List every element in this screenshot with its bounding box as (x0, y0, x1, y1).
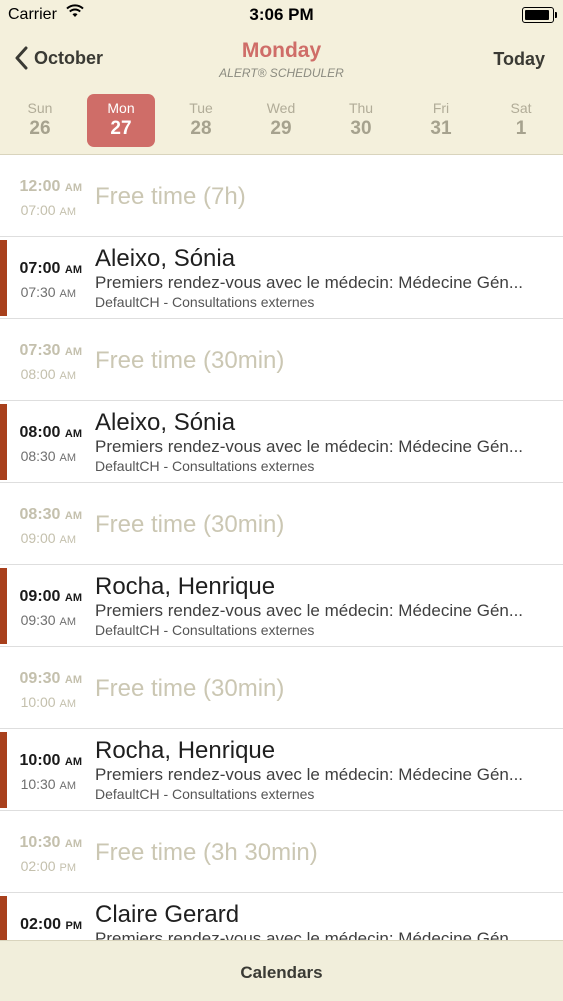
end-time: 08:00 AM (20, 366, 76, 382)
free-time-label: Free time (3h 30min) (95, 839, 318, 866)
day-sun[interactable]: Sun 26 (6, 94, 74, 147)
day-name: Thu (348, 100, 374, 116)
calendars-button[interactable]: Calendars (240, 963, 322, 983)
appointment-description: Premiers rendez-vous avec le médecin: Mé… (95, 273, 524, 292)
start-time: 02:00 PM (20, 916, 82, 933)
appointment-marker (0, 732, 7, 808)
free-time-row[interactable]: 07:30 AM 08:00 AM Free time (30min) (0, 319, 563, 401)
start-time: 10:30 AM (19, 834, 82, 851)
bottom-toolbar: Calendars (0, 940, 563, 1001)
start-time: 09:30 AM (19, 670, 82, 687)
day-date: 1 (515, 118, 527, 139)
day-date: 27 (110, 118, 132, 139)
end-time: 10:30 AM (20, 776, 76, 792)
free-time-row[interactable]: 10:30 AM 02:00 PM Free time (3h 30min) (0, 811, 563, 893)
appointment-location: DefaultCH - Consultations externes (95, 294, 315, 310)
free-time-label: Free time (30min) (95, 347, 285, 374)
day-date: 26 (29, 118, 51, 139)
appointment-row[interactable]: 10:00 AM 10:30 AM Rocha, Henrique Premiers … (0, 729, 563, 811)
end-time: 08:30 AM (20, 448, 76, 464)
appointment-location: DefaultCH - Consultations externes (95, 458, 315, 474)
start-time: 08:30 AM (19, 506, 82, 523)
status-bar: Carrier 3:06 PM (0, 0, 563, 30)
day-thu[interactable]: Thu 30 (327, 94, 395, 147)
page-title: Monday (241, 39, 322, 62)
start-time: 07:30 AM (19, 342, 82, 359)
free-time-row[interactable]: 12:00 AM 07:00 AM Free time (7h) (0, 155, 563, 237)
start-time: 09:00 AM (19, 588, 82, 605)
day-tue[interactable]: Tue 28 (167, 94, 235, 147)
free-time-label: Free time (30min) (95, 511, 285, 538)
appointment-row[interactable]: 09:00 AM 09:30 AM Rocha, Henrique Premiers … (0, 565, 563, 647)
end-time: 09:30 AM (20, 612, 76, 628)
appointment-description: Premiers rendez-vous avec le médecin: Mé… (95, 929, 524, 940)
start-time: 08:00 AM (19, 424, 82, 441)
day-date: 29 (270, 118, 292, 139)
end-time: 10:00 AM (20, 694, 76, 710)
patient-name: Aleixo, Sónia (95, 409, 236, 436)
day-name: Fri (432, 100, 450, 116)
free-time-row[interactable]: 09:30 AM 10:00 AM Free time (30min) (0, 647, 563, 729)
patient-name: Rocha, Henrique (95, 573, 276, 600)
patient-name: Rocha, Henrique (95, 737, 276, 764)
day-fri[interactable]: Fri 31 (407, 94, 475, 147)
patient-name: Aleixo, Sónia (95, 245, 236, 272)
schedule-list[interactable]: 12:00 AM 07:00 AM Free time (7h) 07:00 AM 07… (0, 155, 563, 940)
start-time: 12:00 AM (19, 178, 82, 195)
day-name: Mon (107, 100, 135, 116)
day-date: 31 (430, 118, 452, 139)
appointment-description: Premiers rendez-vous avec le médecin: Mé… (95, 601, 524, 620)
patient-name: Claire Gerard (95, 901, 240, 928)
appointment-location: DefaultCH - Consultations externes (95, 786, 315, 802)
day-mon[interactable]: Mon 27 (87, 94, 155, 147)
app-subtitle: ALERT® SCHEDULER (219, 66, 344, 80)
end-time: 09:00 AM (20, 530, 76, 546)
end-time: 07:00 AM (20, 202, 76, 218)
end-time: 02:00 PM (20, 858, 76, 874)
day-name: Wed (266, 100, 296, 116)
appointment-marker (0, 240, 7, 316)
day-wed[interactable]: Wed 29 (247, 94, 315, 147)
start-time: 07:00 AM (19, 260, 82, 277)
day-name: Sun (27, 100, 53, 116)
start-time: 10:00 AM (19, 752, 82, 769)
appointment-row[interactable]: 08:00 AM 08:30 AM Aleixo, Sónia Premiers re… (0, 401, 563, 483)
appointment-location: DefaultCH - Consultations externes (95, 622, 315, 638)
day-sat[interactable]: Sat 1 (487, 94, 555, 147)
status-time: 3:06 PM (249, 5, 314, 24)
appointment-description: Premiers rendez-vous avec le médecin: Mé… (95, 765, 524, 784)
free-time-label: Free time (7h) (95, 183, 246, 210)
day-name: Sat (510, 100, 532, 116)
battery-icon (522, 7, 557, 23)
appointment-row[interactable]: 07:00 AM 07:30 AM Aleixo, Sónia Premiers re… (0, 237, 563, 319)
free-time-label: Free time (30min) (95, 675, 285, 702)
appointment-marker (0, 404, 7, 480)
day-date: 30 (350, 118, 372, 139)
appointment-marker (0, 568, 7, 644)
today-button[interactable]: Today (493, 49, 545, 70)
day-date: 28 (190, 118, 212, 139)
appointment-description: Premiers rendez-vous avec le médecin: Mé… (95, 437, 524, 456)
header: Carrier 3:06 PM October Monday ALERT® SC… (0, 0, 563, 155)
week-strip: Sun 26 Mon 27 Tue 28 Wed 29 Thu 30 Fri 31 Sat 1 (0, 94, 563, 148)
free-time-row[interactable]: 08:30 AM 09:00 AM Free time (30min) (0, 483, 563, 565)
end-time: 07:30 AM (20, 284, 76, 300)
appointment-row[interactable]: 02:00 PM Claire Gerard Premiers rendez-vo… (0, 893, 563, 940)
day-name: Tue (189, 100, 213, 116)
